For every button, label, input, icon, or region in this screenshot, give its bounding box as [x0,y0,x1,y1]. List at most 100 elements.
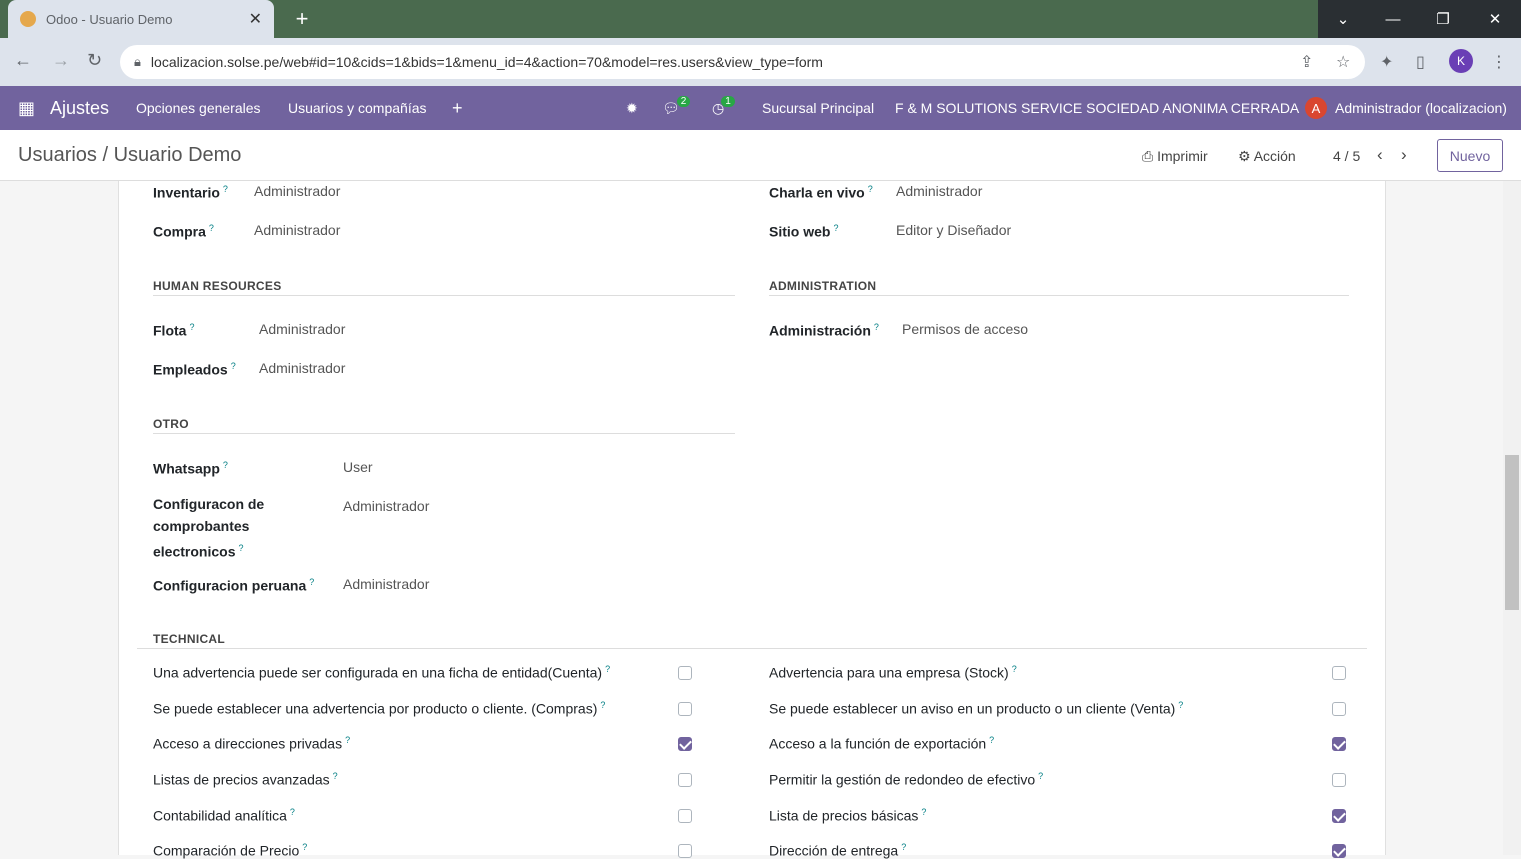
field-value-comprobantes[interactable]: Administrador [343,495,429,517]
field-label-configuracion-peruana: Configuracion peruana? [153,577,315,594]
apps-menu-icon[interactable]: ▦ [18,86,35,130]
field-label-sitio-web: Sitio web? [769,223,839,240]
scrollbar-thumb[interactable] [1505,455,1519,610]
tech-label-right-4: Lista de precios básicas? [769,807,927,824]
field-label-compra: Compra? [153,223,214,240]
tech-label-left-0: Una advertencia puede ser configurada en… [153,664,611,681]
gear-icon: ⚙ [1238,148,1251,164]
tab-search-icon[interactable]: ⌄ [1318,0,1368,38]
print-label: Imprimir [1157,148,1208,164]
profile-avatar[interactable]: K [1449,49,1473,73]
field-label-empleados: Empleados? [153,361,236,378]
messages-badge: 2 [676,95,691,107]
tech-label-right-5: Dirección de entrega? [769,842,907,859]
debug-bug-icon[interactable]: ✹ [626,86,638,130]
back-icon[interactable]: ← [14,50,32,71]
tech-label-right-1: Se puede establecer un aviso en un produ… [769,700,1184,717]
breadcrumb-current: Usuario Demo [113,144,242,166]
new-tab-icon[interactable]: + [288,5,316,33]
tech-checkbox-left-2[interactable] [678,737,692,751]
activities-icon[interactable]: ◷ 1 [712,86,735,130]
tech-label-left-2: Acceso a direcciones privadas? [153,735,351,752]
tech-checkbox-right-4[interactable] [1332,809,1346,823]
messages-icon[interactable]: 💬︎ 2 [662,86,691,130]
pager-value[interactable]: 4 / 5 [1333,148,1360,164]
app-name[interactable]: Ajustes [50,86,109,130]
tech-label-left-1: Se puede establecer una advertencia por … [153,700,606,717]
bookmark-star-icon[interactable]: ☆ [1336,52,1350,72]
action-button[interactable]: ⚙ Acción [1238,148,1296,165]
new-button[interactable]: Nuevo [1437,139,1503,172]
activities-badge: 1 [721,95,735,107]
field-label-administracion: Administración? [769,322,879,339]
tech-checkbox-right-1[interactable] [1332,702,1346,716]
restore-icon[interactable]: ❐ [1418,0,1468,38]
form-sheet [118,181,1386,855]
odoo-favicon-icon [20,11,36,27]
tech-label-right-3: Permitir la gestión de redondeo de efect… [769,771,1044,788]
tech-checkbox-left-5[interactable] [678,844,692,858]
field-value-compra[interactable]: Administrador [254,219,340,241]
lock-icon: 🔒︎ [134,54,141,69]
window-close-icon[interactable]: ✕ [1470,0,1520,38]
user-avatar: A [1305,97,1327,119]
field-label-comprobantes: Configuracon de comprobantes electronico… [153,496,265,560]
tech-checkbox-left-1[interactable] [678,702,692,716]
print-button[interactable]: ⎙ Imprimir [1142,148,1208,165]
pager-previous-icon[interactable]: ‹ [1377,145,1383,165]
tab-title: Odoo - Usuario Demo [46,11,173,27]
url-text: localizacion.solse.pe/web#id=10&cids=1&b… [150,54,823,70]
section-technical: TECHNICAL [153,632,226,646]
menu-opciones-generales[interactable]: Opciones generales [136,86,261,130]
breadcrumb-usuarios[interactable]: Usuarios [18,144,97,166]
section-divider [137,648,1367,649]
browser-menu-icon[interactable]: ⋮ [1491,52,1507,72]
browser-tab[interactable]: Odoo - Usuario Demo ✕ [8,0,274,38]
tech-checkbox-right-3[interactable] [1332,773,1346,787]
field-label-flota: Flota? [153,322,195,339]
action-label: Acción [1253,148,1296,164]
add-menu-icon[interactable]: + [452,86,463,130]
tech-checkbox-right-5[interactable] [1332,844,1346,858]
tech-checkbox-right-0[interactable] [1332,666,1346,680]
pager-next-icon[interactable]: › [1401,145,1407,165]
tech-checkbox-left-4[interactable] [678,809,692,823]
field-value-sitio-web[interactable]: Editor y Diseñador [896,219,1011,241]
breadcrumb: Usuarios / Usuario Demo [18,144,241,167]
menu-usuarios-companias[interactable]: Usuarios y compañías [288,86,427,130]
share-icon[interactable]: ⇪ [1300,52,1313,72]
tech-label-left-5: Comparación de Precio? [153,842,308,859]
branch-switcher[interactable]: Sucursal Principal [762,86,874,130]
extensions-icon[interactable]: ✦ [1380,52,1393,72]
side-panel-icon[interactable]: ▯ [1416,52,1425,72]
odoo-navbar: ▦ Ajustes Opciones generales Usuarios y … [0,86,1521,130]
field-value-administracion[interactable]: Permisos de acceso [902,318,1028,340]
forward-icon[interactable]: → [52,50,70,71]
tech-checkbox-right-2[interactable] [1332,737,1346,751]
minimize-icon[interactable]: — [1368,0,1418,38]
print-icon: ⎙ [1142,148,1154,164]
field-value-charla[interactable]: Administrador [896,180,982,202]
field-value-flota[interactable]: Administrador [259,318,345,340]
field-value-inventario[interactable]: Administrador [254,180,340,202]
section-human-resources: HUMAN RESOURCES [153,279,282,293]
tech-label-right-0: Advertencia para una empresa (Stock)? [769,664,1017,681]
user-menu[interactable]: A Administrador (localizacion) [1305,86,1507,130]
tech-checkbox-left-0[interactable] [678,666,692,680]
section-administration: ADMINISTRATION [769,279,877,293]
field-label-inventario: Inventario? [153,184,228,201]
field-label-whatsapp: Whatsapp? [153,460,228,477]
reload-icon[interactable]: ↻ [87,50,102,71]
tech-checkbox-left-3[interactable] [678,773,692,787]
field-value-empleados[interactable]: Administrador [259,357,345,379]
section-otro: OTRO [153,417,189,431]
url-field[interactable]: 🔒︎ localizacion.solse.pe/web#id=10&cids=… [120,45,1365,79]
company-switcher[interactable]: F & M SOLUTIONS SERVICE SOCIEDAD ANONIMA… [895,86,1299,130]
field-value-configuracion-peruana[interactable]: Administrador [343,573,429,595]
field-label-charla: Charla en vivo? [769,184,873,201]
field-value-whatsapp[interactable]: User [343,456,373,478]
section-divider [153,295,735,296]
tab-close-icon[interactable]: ✕ [249,9,262,29]
tech-label-left-3: Listas de precios avanzadas? [153,771,338,788]
breadcrumb-separator: / [102,144,109,166]
